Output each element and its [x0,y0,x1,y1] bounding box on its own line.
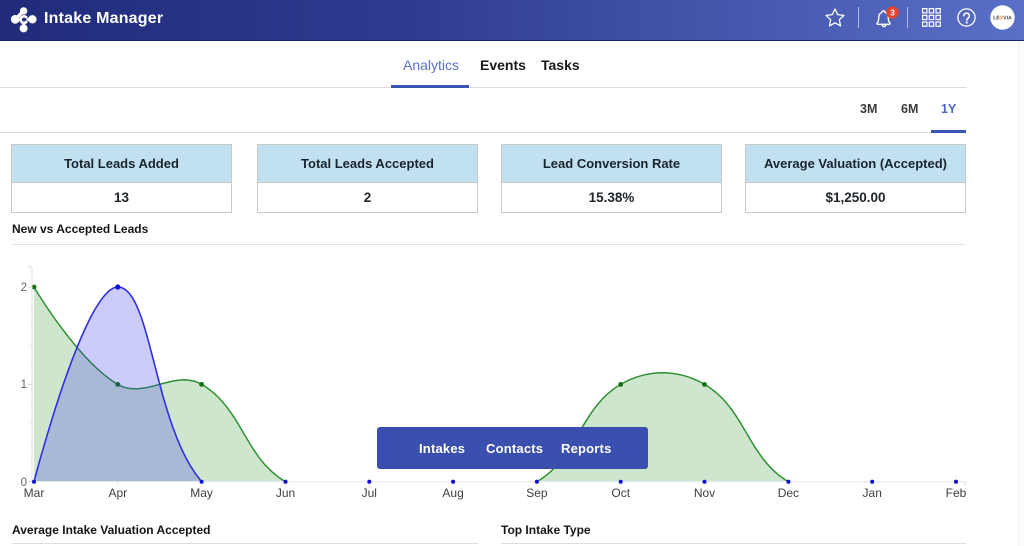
svg-text:Dec: Dec [778,486,799,500]
svg-text:3: 3 [890,8,895,18]
svg-text:1: 1 [21,379,27,391]
svg-text:Apr: Apr [108,486,127,500]
svg-text:Feb: Feb [946,486,967,500]
svg-text:Oct: Oct [611,486,630,500]
svg-text:May: May [190,486,213,500]
svg-text:Mar: Mar [24,486,45,500]
svg-text:Aug: Aug [442,486,463,500]
svg-text:Jun: Jun [276,486,295,500]
svg-text:Jul: Jul [362,486,377,500]
svg-text:Nov: Nov [694,486,715,500]
svg-text:Jan: Jan [863,486,882,500]
svg-text:2: 2 [21,282,27,294]
svg-text:Sep: Sep [526,486,548,500]
